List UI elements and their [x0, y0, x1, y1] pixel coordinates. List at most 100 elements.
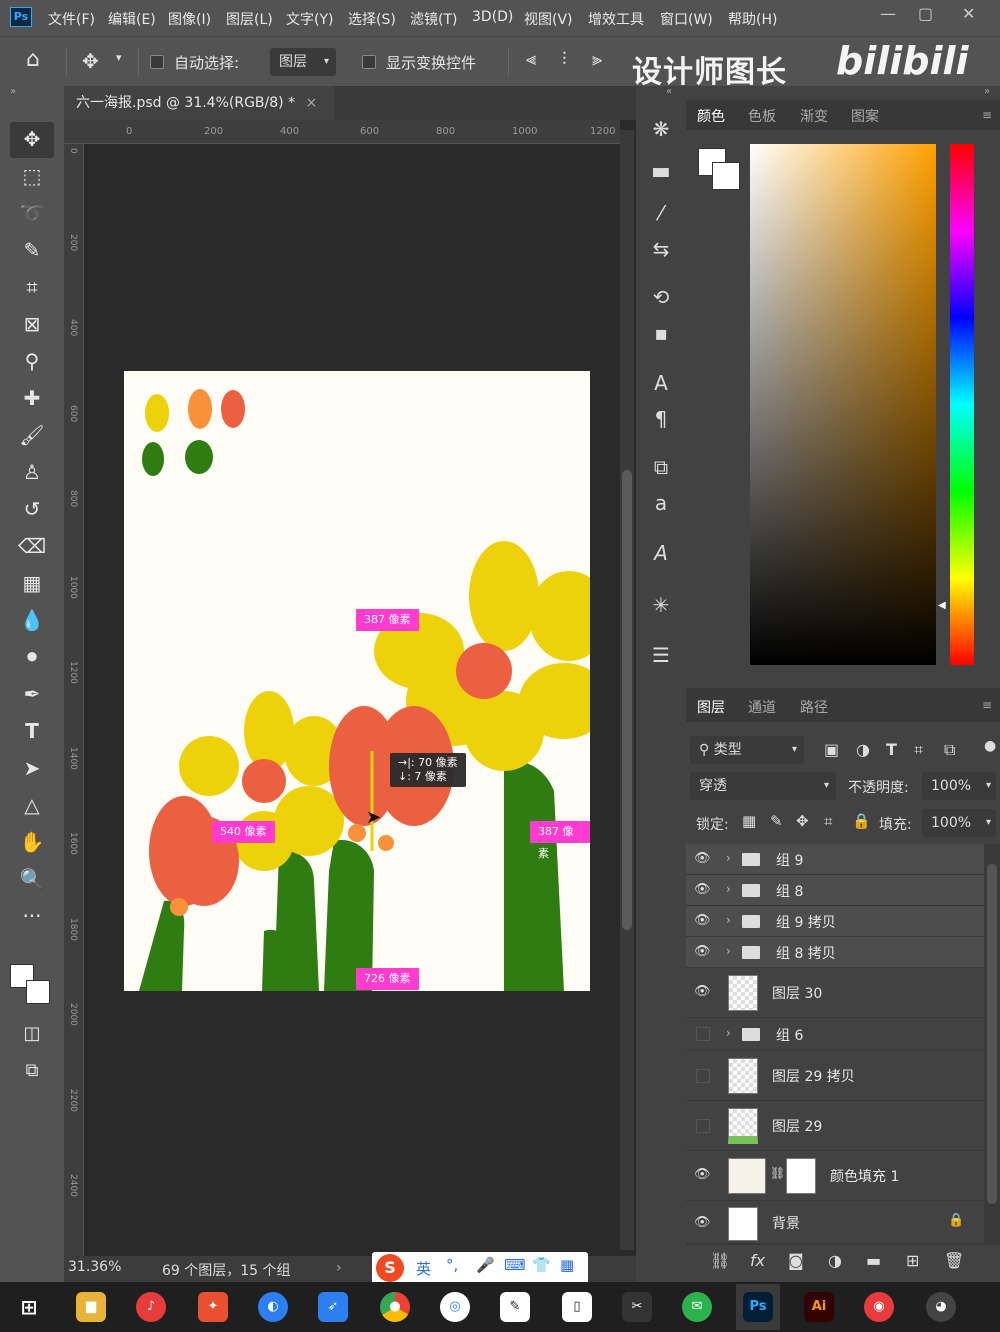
- libraries-icon[interactable]: ✳: [648, 592, 674, 618]
- quick-mask-icon[interactable]: ◫: [17, 1019, 47, 1049]
- healing-tool-icon[interactable]: ✚: [17, 383, 47, 413]
- notes-icon[interactable]: ✎: [500, 1292, 530, 1322]
- lock-artboard-icon[interactable]: ⌗: [824, 812, 832, 830]
- file-explorer-icon[interactable]: ▆: [76, 1292, 106, 1322]
- layer-row[interactable]: › 组 6: [686, 1018, 984, 1051]
- eye-icon[interactable]: 👁: [694, 1215, 711, 1230]
- more-tools-icon[interactable]: ···: [17, 901, 47, 931]
- lock-position-icon[interactable]: ✥: [796, 812, 809, 830]
- adjustment-layer-icon[interactable]: ◑: [828, 1251, 842, 1270]
- eye-icon[interactable]: 👁: [694, 913, 711, 928]
- menu-edit[interactable]: 编辑(E): [108, 9, 156, 29]
- background-color-swatch[interactable]: [26, 980, 50, 1004]
- close-window-button[interactable]: ✕: [962, 4, 975, 23]
- chevron-right-icon[interactable]: ›: [726, 913, 731, 927]
- align-left-icon[interactable]: ⫷: [526, 49, 536, 70]
- link-layers-icon[interactable]: ⛓: [710, 1251, 730, 1270]
- layer-row[interactable]: 图层 29: [686, 1101, 984, 1151]
- tab-gradients[interactable]: 渐变: [800, 106, 828, 126]
- layer-row[interactable]: 👁 › 组 8: [686, 875, 984, 906]
- opacity-input[interactable]: 100% ▾: [922, 772, 996, 800]
- collapse-icon[interactable]: »: [10, 86, 16, 97]
- tab-swatches[interactable]: 色板: [748, 106, 776, 126]
- lock-all-icon[interactable]: 🔒: [852, 812, 871, 830]
- bg-color-chip[interactable]: [712, 162, 740, 190]
- app-icon[interactable]: ▯: [562, 1292, 592, 1322]
- tab-layers[interactable]: 图层: [697, 697, 725, 717]
- pen-tool-icon[interactable]: ✒: [17, 679, 47, 709]
- close-tab-icon[interactable]: ×: [306, 95, 318, 111]
- app-icon[interactable]: ◐: [258, 1292, 288, 1322]
- home-icon[interactable]: ⌂: [26, 47, 40, 72]
- chrome-icon[interactable]: ●: [380, 1292, 410, 1322]
- filter-adjust-icon[interactable]: ◑: [856, 740, 870, 759]
- app-icon[interactable]: ◕: [926, 1292, 956, 1322]
- new-layer-icon[interactable]: ⊞: [906, 1251, 919, 1270]
- eye-icon[interactable]: 👁: [694, 944, 711, 959]
- paragraph-icon[interactable]: ¶: [648, 406, 674, 432]
- blur-tool-icon[interactable]: 💧: [17, 605, 47, 635]
- quick-select-tool-icon[interactable]: ✎: [17, 235, 47, 265]
- color-picker-field[interactable]: [750, 144, 936, 665]
- fill-input[interactable]: 100% ▾: [922, 809, 996, 837]
- layer-row[interactable]: 👁 › 组 8 拷贝: [686, 937, 984, 968]
- align-right-icon[interactable]: ⫸: [592, 49, 602, 70]
- photoshop-taskbar-icon[interactable]: Ps: [743, 1292, 773, 1322]
- auto-select-checkbox[interactable]: [150, 55, 164, 69]
- chevron-right-icon[interactable]: ›: [726, 1026, 731, 1040]
- filter-shape-icon[interactable]: ⌗: [914, 740, 923, 760]
- zoom-tool-icon[interactable]: 🔍: [17, 864, 47, 894]
- chevron-right-icon[interactable]: ›: [726, 944, 731, 958]
- punctuation-icon[interactable]: °,: [446, 1256, 458, 1274]
- toolbox-icon[interactable]: ▦: [560, 1256, 574, 1274]
- filter-smart-icon[interactable]: ⧉: [944, 740, 955, 760]
- maximize-button[interactable]: ▢: [918, 4, 933, 23]
- menu-help[interactable]: 帮助(H): [728, 9, 777, 29]
- histogram-icon[interactable]: ▃: [648, 152, 674, 178]
- path-select-icon[interactable]: ➤: [17, 753, 47, 783]
- menu-layer[interactable]: 图层(L): [226, 9, 273, 29]
- hand-tool-icon[interactable]: ✋: [17, 827, 47, 857]
- frame-tool-icon[interactable]: ⊠: [17, 309, 47, 339]
- eyedropper-tool-icon[interactable]: ⚲: [17, 346, 47, 376]
- screen-mode-icon[interactable]: ⧉: [17, 1056, 47, 1086]
- menu-plugins[interactable]: 增效工具: [588, 9, 644, 29]
- chevron-down-icon[interactable]: ▾: [116, 51, 122, 64]
- brush-tool-icon[interactable]: 🖌: [17, 420, 47, 450]
- menu-3d[interactable]: 3D(D): [472, 9, 513, 25]
- keyboard-icon[interactable]: ⌨: [504, 1256, 526, 1274]
- ruler-vertical[interactable]: 0 200 400 600 800 1000 1200 1400 1600 1800 2000 220…: [64, 144, 84, 1256]
- canvas-scrollbar[interactable]: [620, 130, 634, 1250]
- new-group-icon[interactable]: ▬: [866, 1251, 881, 1270]
- eraser-tool-icon[interactable]: ⌫: [17, 531, 47, 561]
- properties-icon[interactable]: ☰: [648, 642, 674, 668]
- auto-select-dropdown[interactable]: 图层 ▾: [270, 48, 336, 76]
- gradient-tool-icon[interactable]: ▦: [17, 568, 47, 598]
- tab-channels[interactable]: 通道: [748, 697, 776, 717]
- trash-icon[interactable]: 🗑: [944, 1251, 964, 1270]
- menu-image[interactable]: 图像(I): [168, 9, 211, 29]
- layer-row[interactable]: 👁 › 组 9 拷贝: [686, 906, 984, 937]
- eye-icon[interactable]: 👁: [694, 984, 711, 999]
- lock-transparency-icon[interactable]: ▦: [742, 812, 756, 830]
- wechat-icon[interactable]: ✉: [682, 1292, 712, 1322]
- chevron-right-icon[interactable]: ›: [336, 1260, 342, 1276]
- visibility-toggle-off[interactable]: [696, 1119, 710, 1133]
- blend-mode-dropdown[interactable]: 穿透 ▾: [690, 772, 836, 800]
- netease-music-icon[interactable]: ♪: [136, 1292, 166, 1322]
- app-icon[interactable]: ✦: [198, 1292, 228, 1322]
- char-style-icon[interactable]: a: [648, 490, 674, 516]
- lasso-tool-icon[interactable]: ➰: [17, 198, 47, 228]
- layer-row[interactable]: 👁 › 组 9: [686, 844, 984, 875]
- move-tool-icon[interactable]: ✥: [17, 124, 47, 154]
- panel-menu-icon[interactable]: ≡: [982, 698, 992, 712]
- shape-tool-icon[interactable]: △: [17, 790, 47, 820]
- comment-icon[interactable]: ▪: [648, 320, 674, 346]
- eye-icon[interactable]: 👁: [694, 851, 711, 866]
- zoom-level[interactable]: 31.36%: [68, 1259, 121, 1275]
- layers-scrollbar[interactable]: [984, 844, 1000, 1244]
- type-tool-icon[interactable]: T: [17, 716, 47, 746]
- font-icon[interactable]: A: [648, 540, 674, 566]
- windows-start-icon[interactable]: ⊞: [14, 1292, 44, 1322]
- microphone-icon[interactable]: 🎤: [476, 1256, 495, 1274]
